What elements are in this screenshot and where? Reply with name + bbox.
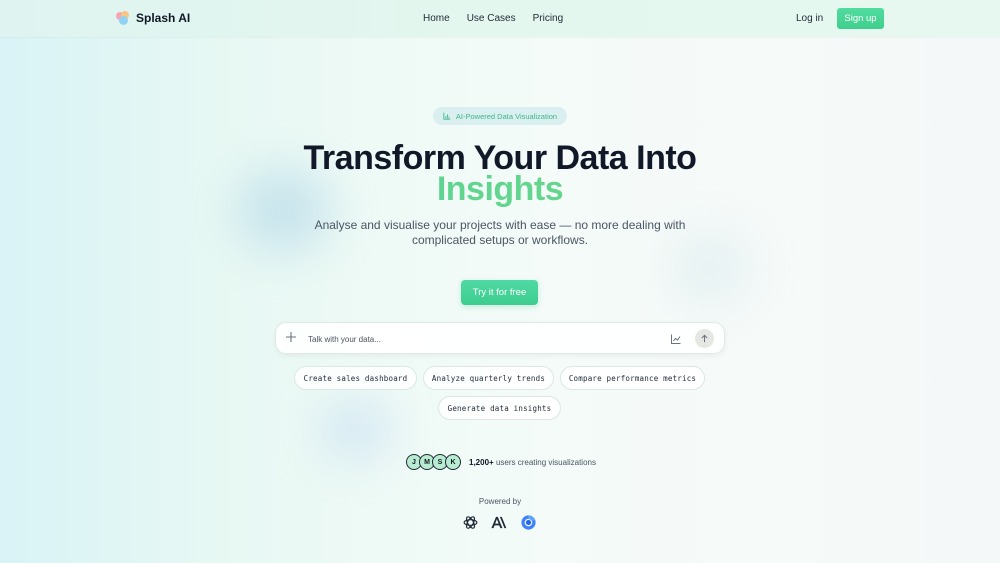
nav-item-use-cases[interactable]: Use Cases <box>467 13 516 24</box>
suggestion-chip[interactable]: Create sales dashboard <box>294 366 417 390</box>
background-blob <box>320 400 392 460</box>
logo-icon <box>116 11 130 25</box>
avatar: K <box>445 454 461 470</box>
powered-by-label: Powered by <box>478 497 522 506</box>
user-avatars: J M S K <box>406 454 461 470</box>
user-count-text: 1,200+ users creating visualizations <box>469 458 596 467</box>
hero-subtitle-line2: complicated setups or workflows. <box>411 233 589 247</box>
suggestion-chip[interactable]: Analyze quarterly trends <box>423 366 554 390</box>
suggestion-chip[interactable]: Compare performance metrics <box>560 366 705 390</box>
login-link[interactable]: Log in <box>796 13 823 24</box>
hero-title-highlight: Insights <box>0 170 1000 209</box>
try-free-button[interactable]: Try it for free <box>461 280 538 305</box>
send-button[interactable] <box>695 329 714 348</box>
arrow-up-icon <box>701 334 708 343</box>
anthropic-icon <box>491 516 507 529</box>
suggestion-chip[interactable]: Generate data insights <box>438 396 561 420</box>
chart-icon[interactable] <box>670 333 682 345</box>
chat-input[interactable] <box>308 332 628 346</box>
hero-badge-label: AI-Powered Data Visualization <box>455 111 558 121</box>
chrome-like-icon <box>521 515 536 530</box>
openai-icon <box>463 516 478 529</box>
chat-box <box>275 322 725 354</box>
user-count: 1,200+ <box>469 458 494 467</box>
logo[interactable]: Splash AI <box>116 11 190 25</box>
top-navigation-bar: Splash AI Home Use Cases Pricing Log in … <box>0 0 1000 37</box>
hero-badge: AI-Powered Data Visualization <box>433 107 567 125</box>
main-nav: Home Use Cases Pricing <box>423 13 563 24</box>
nav-item-pricing[interactable]: Pricing <box>533 13 564 24</box>
logo-text: Splash AI <box>136 11 191 25</box>
bar-chart-icon <box>443 112 451 120</box>
plus-icon[interactable] <box>285 331 297 343</box>
user-count-label: users creating visualizations <box>495 458 596 467</box>
nav-item-home[interactable]: Home <box>423 13 450 24</box>
signup-button[interactable]: Sign up <box>837 8 884 29</box>
hero-subtitle-line1: Analyse and visualise your projects with… <box>314 218 686 232</box>
